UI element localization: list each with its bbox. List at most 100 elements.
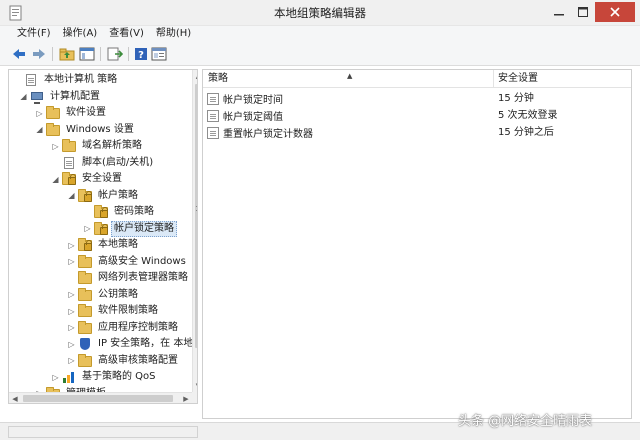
properties-button[interactable] [150, 45, 168, 63]
expanded-arrow-icon[interactable]: ◢ [51, 171, 60, 187]
minimize-button[interactable] [548, 2, 570, 22]
collapsed-arrow-icon[interactable]: ▷ [67, 237, 76, 253]
tree-item[interactable]: ▷ 公钥策略 [67, 287, 141, 303]
scroll-thumb[interactable] [195, 84, 197, 348]
up-folder-button[interactable] [58, 45, 76, 63]
tree-item-label: IP 安全策略，在 本地 [98, 338, 194, 349]
tree-item-label: 帐户策略 [98, 189, 138, 201]
tree-item[interactable]: 密码策略 [83, 204, 157, 220]
tree-item[interactable]: 脚本(启动/关机) [51, 155, 156, 171]
minimize-icon [554, 14, 564, 16]
maximize-button[interactable] [572, 2, 594, 22]
tree-item[interactable]: ▷ IP 安全策略，在 本地 [67, 336, 196, 352]
tree-item[interactable]: ◢ 安全设置 [51, 171, 125, 187]
collapsed-arrow-icon[interactable]: ▷ [51, 369, 60, 385]
back-button[interactable] [10, 45, 28, 63]
properties-icon [151, 47, 167, 61]
policy-icon [207, 109, 219, 122]
show-hide-tree-button[interactable] [78, 45, 96, 63]
tree-item[interactable]: ▷ 高级安全 Windows [67, 254, 189, 270]
folder-icon [62, 139, 76, 153]
folder-icon [46, 122, 60, 137]
policy-name: 重置帐户锁定计数器 [223, 129, 313, 140]
collapsed-arrow-icon[interactable]: ▷ [67, 287, 76, 303]
collapsed-arrow-icon[interactable]: ▷ [83, 221, 92, 237]
scroll-down-arrow-icon[interactable]: ▼ [193, 380, 197, 392]
tree-item[interactable]: ▷ 应用程序控制策略 [67, 320, 181, 336]
tree-item[interactable]: ▷ 高级审核策略配置 [67, 353, 181, 369]
scroll-up-arrow-icon[interactable]: ▲ [193, 70, 197, 82]
tree-item-label: Windows 设置 [66, 123, 134, 135]
list-row[interactable]: 帐户锁定阈值 5 次无效登录 [203, 107, 631, 124]
policy-icon [207, 126, 219, 139]
folder-icon [78, 271, 92, 285]
folder-lock-icon [94, 205, 108, 219]
list-row[interactable]: 重置帐户锁定计数器 15 分钟之后 [203, 124, 631, 141]
collapsed-arrow-icon[interactable]: ▷ [51, 138, 60, 154]
collapsed-arrow-icon[interactable]: ▷ [67, 336, 76, 352]
column-header-security-setting[interactable]: 安全设置 [498, 70, 538, 88]
scroll-right-arrow-icon[interactable]: ▶ [180, 393, 192, 403]
tree-item[interactable]: ▷ 本地策略 [67, 237, 141, 253]
tree-item[interactable]: ▷ 软件设置 [35, 105, 109, 121]
maximize-icon [578, 7, 588, 17]
tree-vertical-scrollbar[interactable]: ▲ ▼ [192, 70, 197, 392]
policy-name: 帐户锁定时间 [223, 95, 283, 106]
folder-lock-icon [94, 221, 108, 236]
hscroll-thumb[interactable] [23, 395, 173, 402]
sort-ascending-icon: ▲ [347, 72, 353, 80]
ipsec-shield-icon [78, 337, 92, 351]
collapsed-arrow-icon[interactable]: ▷ [67, 254, 76, 270]
close-button[interactable] [595, 2, 635, 22]
no-arrow [13, 72, 22, 88]
folder-icon [46, 106, 60, 120]
tree-item-label: 本地计算机 策略 [44, 74, 118, 85]
no-arrow [51, 155, 60, 171]
tree-item-label: 软件限制策略 [98, 305, 158, 316]
menu-file[interactable]: 文件(F) [14, 26, 54, 42]
collapsed-arrow-icon[interactable]: ▷ [67, 353, 76, 369]
menu-help[interactable]: 帮助(H) [153, 26, 194, 42]
forward-button[interactable] [30, 45, 48, 63]
collapsed-arrow-icon[interactable]: ▷ [67, 320, 76, 336]
policy-doc-icon [24, 73, 38, 87]
collapsed-arrow-icon[interactable]: ▷ [35, 105, 44, 121]
expanded-arrow-icon[interactable]: ◢ [19, 89, 28, 105]
forward-icon [33, 49, 45, 59]
list-header: 策略 ▲ 安全设置 [203, 70, 631, 88]
tree-item-label: 网络列表管理器策略 [98, 272, 188, 283]
tree-horizontal-scrollbar[interactable]: ◀ ▶ [9, 392, 192, 403]
column-header-policy[interactable]: 策略 [208, 70, 228, 88]
tree-item-label: 高级安全 Windows [98, 255, 186, 267]
back-icon [13, 49, 25, 59]
help-button[interactable]: ? [132, 45, 150, 63]
collapsed-arrow-icon[interactable]: ▷ [67, 303, 76, 319]
tree-item[interactable]: ◢ 帐户策略 [67, 188, 141, 204]
menu-view[interactable]: 查看(V) [106, 26, 147, 42]
tree-item[interactable]: ◢ Windows 设置 [35, 122, 137, 138]
console-tree[interactable]: 本地计算机 策略 ◢ 计算机配置 ▷ 软件设置 ◢ Windows 设置 ▷ 域名解析策略 脚本(… [8, 69, 198, 404]
tree-item-label: 应用程序控制策略 [98, 321, 178, 333]
tree-item[interactable]: ◢ 计算机配置 [19, 89, 103, 105]
menu-action[interactable]: 操作(A) [60, 26, 101, 42]
tree-item[interactable]: 网络列表管理器策略 [67, 270, 191, 286]
svg-text:?: ? [138, 50, 144, 61]
folder-lock-icon [78, 238, 92, 252]
expanded-arrow-icon[interactable]: ◢ [67, 188, 76, 204]
export-list-button[interactable] [106, 45, 124, 63]
tree-item[interactable]: ▷ 域名解析策略 [51, 138, 145, 154]
scroll-left-arrow-icon[interactable]: ◀ [9, 393, 21, 403]
tree-item[interactable]: ▷ 基于策略的 QoS [51, 369, 159, 385]
list-row[interactable]: 帐户锁定时间 15 分钟 [203, 90, 631, 107]
policy-value: 5 次无效登录 [498, 110, 558, 121]
details-pane[interactable]: 策略 ▲ 安全设置 帐户锁定时间 15 分钟 帐户锁定阈值 5 次无效登录 重置… [202, 69, 632, 419]
tree-item[interactable]: ▷ 软件限制策略 [67, 303, 161, 319]
folder-icon [78, 353, 92, 368]
tree-item-label: 脚本(启动/关机) [82, 156, 154, 168]
export-list-icon [107, 47, 123, 61]
policy-value: 15 分钟之后 [498, 127, 554, 138]
folder-icon [78, 304, 92, 318]
expanded-arrow-icon[interactable]: ◢ [35, 122, 44, 138]
tree-item[interactable]: 本地计算机 策略 [13, 72, 120, 88]
tree-item[interactable]: ▷ 帐户锁定策略 [83, 220, 177, 237]
